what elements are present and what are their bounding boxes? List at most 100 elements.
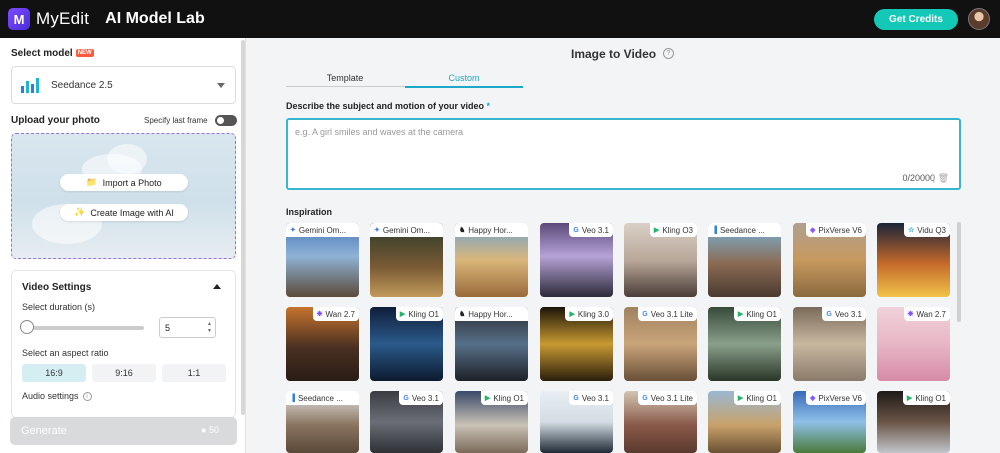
- kling-icon: ▶: [653, 227, 660, 234]
- duration-value: 5: [165, 322, 171, 333]
- seedance-icon: ▐: [290, 394, 295, 402]
- aspect-16-9-button[interactable]: 16:9: [22, 364, 86, 382]
- left-panel-scrollbar[interactable]: [241, 40, 245, 415]
- inspiration-card[interactable]: G Veo 3.1: [540, 223, 613, 297]
- model-tag: ▶ Kling 3.0: [565, 307, 613, 321]
- model-tag-label: PixVerse V6: [818, 225, 862, 235]
- stepper-arrows-icon[interactable]: ▲ ▼: [207, 321, 212, 335]
- seedance-model-icon: [21, 77, 41, 93]
- model-tag-label: Kling O1: [493, 393, 524, 403]
- model-tag: ♞ Happy Hor...: [455, 307, 528, 321]
- page-title: Image to Video: [571, 47, 657, 61]
- model-tag: ☆ Vidu Q3: [903, 223, 950, 237]
- aspect-ratio-label: Select an aspect ratio: [22, 348, 109, 358]
- kling-icon: ▶: [906, 395, 913, 402]
- model-tag: G Veo 3.1: [569, 391, 613, 405]
- model-tag-label: Vidu Q3: [917, 225, 946, 235]
- model-icon-bar: [26, 81, 29, 93]
- inspiration-card[interactable]: ✦ Gemini Om...: [286, 223, 359, 297]
- model-select[interactable]: Seedance 2.5: [11, 66, 236, 104]
- google-icon: G: [403, 394, 409, 402]
- gemini-icon: ✦: [290, 227, 296, 234]
- model-tag-label: Kling O1: [408, 309, 439, 319]
- model-tag-label: PixVerse V6: [818, 393, 862, 403]
- myedit-logo-icon[interactable]: M: [8, 8, 30, 30]
- generate-button[interactable]: Generate ● 50: [10, 417, 237, 445]
- create-image-ai-button[interactable]: ✨ Create Image with AI: [60, 204, 188, 221]
- model-name: Seedance 2.5: [51, 79, 113, 91]
- model-tag-label: Wan 2.7: [325, 309, 356, 319]
- model-tag: ▶ Kling O1: [480, 391, 528, 405]
- duration-slider-track[interactable]: [26, 326, 144, 330]
- vidu-icon: ☆: [907, 227, 915, 234]
- aspect-9-16-button[interactable]: 9:16: [92, 364, 156, 382]
- help-icon[interactable]: ?: [663, 48, 674, 59]
- credit-cost: ● 50: [201, 425, 219, 435]
- generate-label: Generate: [21, 425, 67, 437]
- chevron-up-icon[interactable]: [213, 284, 221, 289]
- inspiration-scrollbar[interactable]: [957, 222, 961, 322]
- model-tag-label: Gemini Om...: [382, 225, 430, 235]
- inspiration-card[interactable]: ▐ Seedance ...: [286, 391, 359, 453]
- inspiration-card[interactable]: G Veo 3.1: [370, 391, 443, 453]
- prompt-placeholder: e.g. A girl smiles and waves at the came…: [295, 127, 464, 137]
- trash-icon[interactable]: | 🗑: [933, 173, 949, 184]
- model-tag: ▶ Kling O1: [902, 391, 950, 405]
- brand-name[interactable]: MyEdit: [36, 9, 89, 29]
- inspiration-card[interactable]: ❋ Wan 2.7: [877, 307, 950, 381]
- required-marker: *: [486, 101, 491, 111]
- specify-last-frame-toggle[interactable]: [215, 115, 237, 126]
- duration-input[interactable]: 5 ▲ ▼: [159, 317, 216, 338]
- model-tag-label: Veo 3.1 Lite: [650, 393, 693, 403]
- model-tag: G Veo 3.1 Lite: [638, 391, 697, 405]
- inspiration-card[interactable]: ▐ Seedance ...: [708, 223, 781, 297]
- inspiration-card[interactable]: ✦ Gemini Om...: [370, 223, 443, 297]
- inspiration-card[interactable]: ☆ Vidu Q3: [877, 223, 950, 297]
- chevron-down-icon: [217, 83, 225, 88]
- photo-upload-area[interactable]: 📁 Import a Photo ✨ Create Image with AI: [11, 133, 236, 259]
- model-tag: ▶ Kling O1: [395, 307, 443, 321]
- prompt-label-text: Describe the subject and motion of your …: [286, 101, 485, 111]
- audio-settings-label: Audio settings i: [22, 391, 92, 402]
- video-settings-title: Video Settings: [22, 282, 92, 293]
- duration-slider-knob[interactable]: [20, 320, 34, 334]
- wan-icon: ❋: [316, 311, 323, 318]
- audio-settings-text: Audio settings: [22, 391, 79, 401]
- inspiration-card[interactable]: ♞ Happy Hor...: [455, 307, 528, 381]
- model-tag: ▶ Kling O3: [649, 223, 697, 237]
- model-tag-label: Veo 3.1: [581, 393, 609, 403]
- inspiration-card[interactable]: G Veo 3.1: [793, 307, 866, 381]
- prompt-textarea[interactable]: e.g. A girl smiles and waves at the came…: [286, 118, 961, 190]
- inspiration-card[interactable]: ▶ Kling O1: [708, 307, 781, 381]
- inspiration-card[interactable]: G Veo 3.1 Lite: [624, 391, 697, 453]
- inspiration-card[interactable]: G Veo 3.1 Lite: [624, 307, 697, 381]
- get-credits-button[interactable]: Get Credits: [874, 9, 958, 30]
- inspiration-card[interactable]: ▶ Kling O3: [624, 223, 697, 297]
- model-tag-label: Seedance ...: [297, 393, 343, 403]
- model-tag-label: Kling O3: [662, 225, 693, 235]
- inspiration-card[interactable]: ▶ Kling O1: [877, 391, 950, 453]
- google-icon: G: [642, 310, 648, 318]
- info-icon[interactable]: i: [82, 392, 92, 402]
- specify-last-frame-label: Specify last frame: [144, 116, 208, 125]
- inspiration-card[interactable]: ♞ Happy Hor...: [455, 223, 528, 297]
- inspiration-card[interactable]: ▶ Kling 3.0: [540, 307, 613, 381]
- model-icon-bar: [31, 84, 34, 93]
- model-tag-label: Veo 3.1: [411, 393, 439, 403]
- kling-icon: ▶: [737, 395, 744, 402]
- import-photo-button[interactable]: 📁 Import a Photo: [60, 174, 188, 191]
- tab-template[interactable]: Template: [286, 73, 404, 89]
- inspiration-card[interactable]: ◈ PixVerse V6: [793, 391, 866, 453]
- inspiration-card[interactable]: ▶ Kling O1: [708, 391, 781, 453]
- model-tag: ❋ Wan 2.7: [312, 307, 359, 321]
- inspiration-card[interactable]: ▶ Kling O1: [455, 391, 528, 453]
- inspiration-card[interactable]: ▶ Kling O1: [370, 307, 443, 381]
- user-avatar[interactable]: [968, 8, 990, 30]
- active-tab-indicator: [405, 86, 523, 88]
- inspiration-card[interactable]: G Veo 3.1: [540, 391, 613, 453]
- inspiration-card[interactable]: ◈ PixVerse V6: [793, 223, 866, 297]
- aspect-1-1-button[interactable]: 1:1: [162, 364, 226, 382]
- model-tag: ▶ Kling O1: [733, 391, 781, 405]
- model-icon-bar: [36, 78, 39, 93]
- inspiration-card[interactable]: ❋ Wan 2.7: [286, 307, 359, 381]
